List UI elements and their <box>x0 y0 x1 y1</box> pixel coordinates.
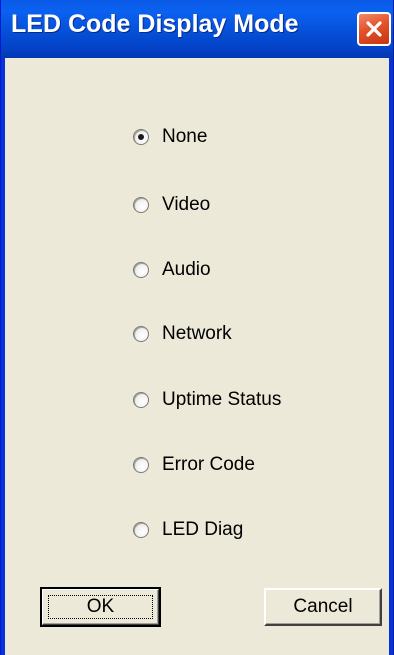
radio-option-error-code[interactable]: Error Code <box>133 453 255 477</box>
radio-selected-dot <box>138 134 144 140</box>
radio-label: Audio <box>162 259 211 280</box>
radio-label: Network <box>162 323 232 344</box>
radio-button[interactable] <box>133 522 149 538</box>
radio-label: Uptime Status <box>162 389 282 410</box>
ok-button[interactable]: OK <box>40 587 161 627</box>
title-bar[interactable]: LED Code Display Mode <box>1 0 393 58</box>
radio-option-network[interactable]: Network <box>133 322 232 346</box>
radio-option-video[interactable]: Video <box>133 193 210 217</box>
close-button[interactable] <box>357 12 391 46</box>
dialog-window: LED Code Display Mode None Video Audio N… <box>0 0 394 655</box>
window-title: LED Code Display Mode <box>11 10 299 38</box>
radio-button[interactable] <box>133 326 149 342</box>
dialog-client-area: None Video Audio Network Uptime Status E… <box>5 58 389 655</box>
radio-label: LED Diag <box>162 519 244 540</box>
radio-button[interactable] <box>133 197 149 213</box>
close-icon <box>366 21 382 37</box>
radio-label: None <box>162 126 208 147</box>
radio-button[interactable] <box>133 392 149 408</box>
radio-button[interactable] <box>133 262 149 278</box>
cancel-button[interactable]: Cancel <box>264 588 382 626</box>
cancel-button-label: Cancel <box>293 596 353 617</box>
radio-option-audio[interactable]: Audio <box>133 258 211 282</box>
radio-label: Video <box>162 194 211 215</box>
radio-option-uptime-status[interactable]: Uptime Status <box>133 388 281 412</box>
radio-option-none[interactable]: None <box>133 125 207 149</box>
focus-rectangle <box>48 595 153 619</box>
radio-label: Error Code <box>162 454 255 475</box>
radio-button[interactable] <box>133 129 149 145</box>
radio-button[interactable] <box>133 457 149 473</box>
radio-option-led-diag[interactable]: LED Diag <box>133 518 243 542</box>
